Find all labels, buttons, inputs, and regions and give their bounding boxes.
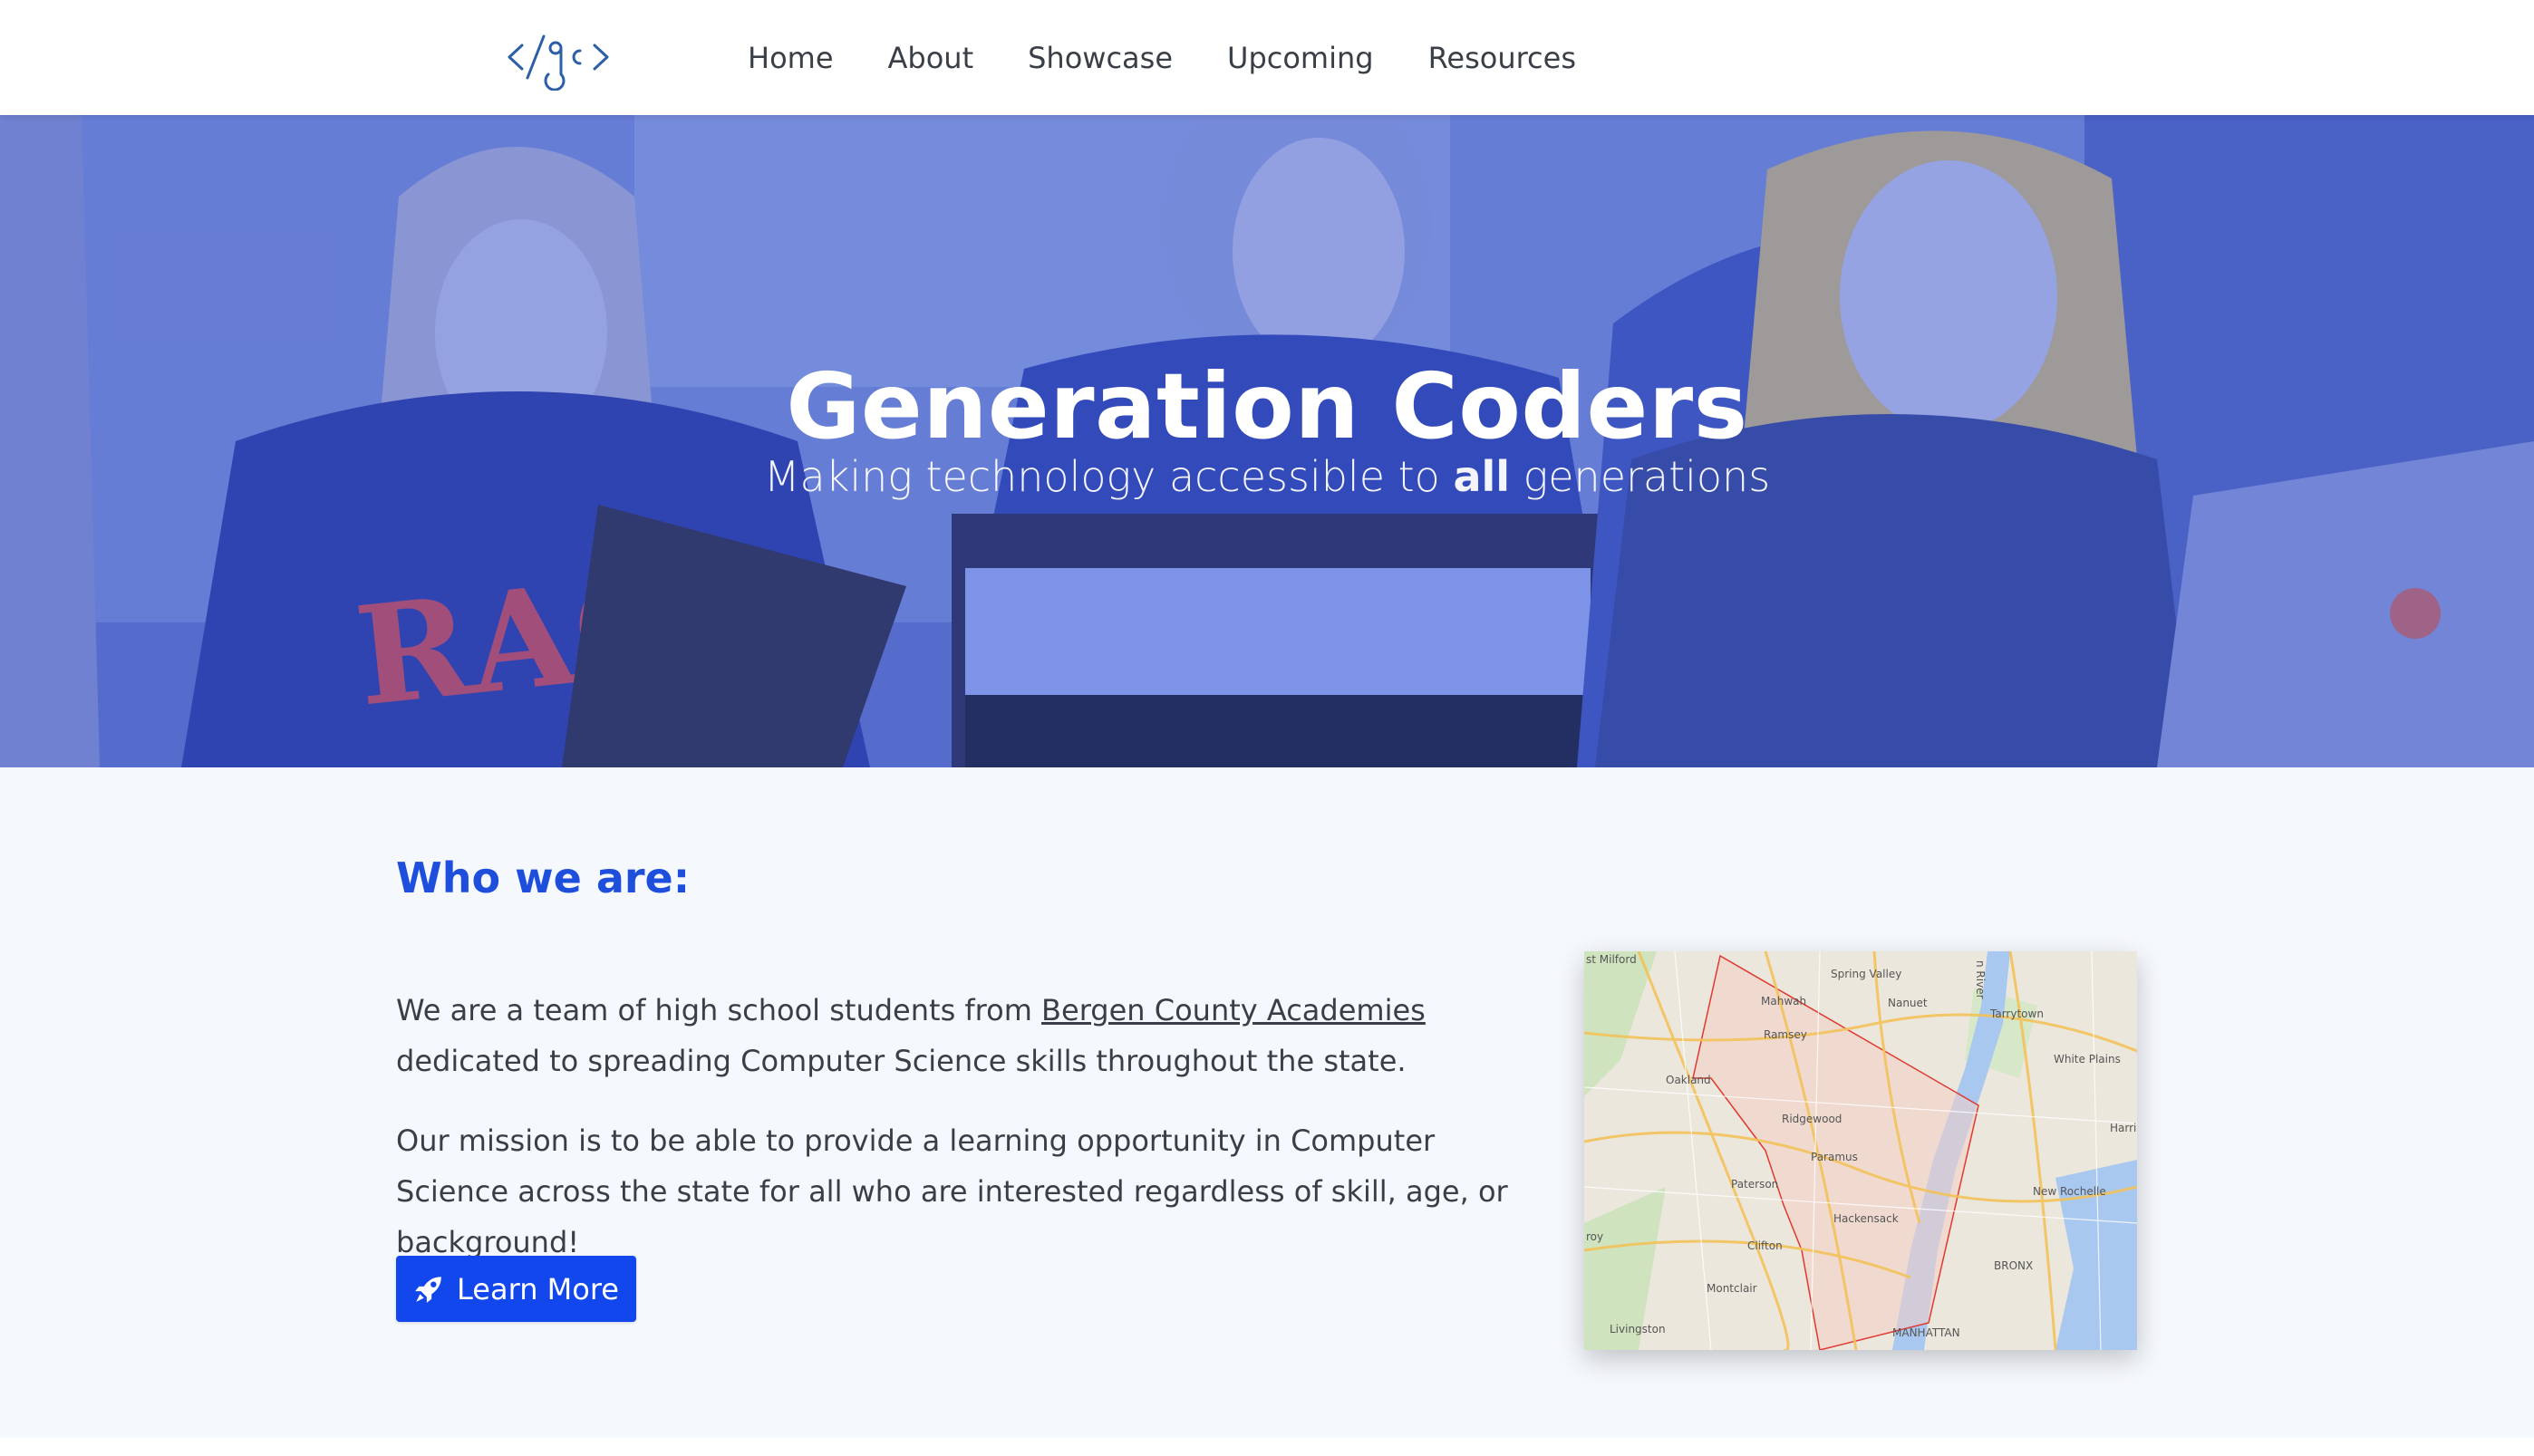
about-text: We are a team of high school students fr… [396,985,1538,1297]
hero-subtitle-start: Making technology accessible to [763,452,1454,501]
learn-more-label: Learn More [457,1271,619,1307]
gc-logo-icon[interactable] [506,24,613,91]
about-paragraph-2: Our mission is to be able to provide a l… [396,1123,1508,1259]
map-label: BRONX [1994,1259,2034,1272]
about-p1-text-start: We are a team of high school students fr… [396,993,1042,1027]
nav-resources-link[interactable]: Resources [1428,41,1576,75]
map-label: n River [1974,960,1987,999]
map-label: Harris [2110,1122,2137,1134]
about-heading: Who we are: [396,853,691,902]
map-label: MANHATTAN [1892,1326,1960,1339]
hero-title: Generation Coders [786,353,1748,459]
map-label: Montclair [1707,1282,1757,1295]
nav-links: Home About Showcase Upcoming Resources [748,0,1630,115]
nav-about-link[interactable]: About [888,41,974,75]
nav-upcoming-link[interactable]: Upcoming [1227,41,1374,75]
about-p1-text-end: dedicated to spreading Computer Science … [396,1044,1407,1078]
hero-subtitle: Making technology accessible to all gene… [0,452,2534,501]
map-label: Tarrytown [1990,1008,2044,1020]
map-label: Spring Valley [1831,968,1902,980]
hero-subtitle-end: generations [1510,452,1771,501]
page-bottom-strip [0,1438,2534,1456]
about-paragraph-1: We are a team of high school students fr… [396,985,1538,1086]
nav-showcase-link[interactable]: Showcase [1028,41,1173,75]
map-label: New Rochelle [2033,1185,2106,1198]
map-label: Mahwah [1761,995,1807,1008]
rocket-icon [415,1276,441,1303]
learn-more-button[interactable]: Learn More [396,1256,636,1322]
map-label: Nanuet [1888,997,1928,1009]
map-label: Livingston [1610,1323,1666,1335]
bergen-county-academies-link[interactable]: Bergen County Academies [1041,993,1426,1027]
map-label: roy [1586,1230,1604,1243]
hero-banner: RACU Generation Coders Making technology… [0,115,2534,767]
bergen-county-map[interactable]: st Milford Mahwah Spring Valley Nanuet T… [1584,951,2137,1350]
map-label: Ramsey [1764,1028,1807,1041]
top-navbar: Home About Showcase Upcoming Resources [0,0,2534,115]
map-label: Paterson [1731,1178,1779,1191]
map-label: Paramus [1811,1151,1858,1163]
about-section: Who we are: We are a team of high school… [0,767,2534,1438]
map-label: Clifton [1747,1239,1783,1252]
map-label: Hackensack [1833,1212,1899,1225]
map-graphic [1584,951,2137,1350]
map-label: White Plains [2054,1053,2121,1065]
map-label: Ridgewood [1782,1113,1842,1125]
map-label: st Milford [1586,953,1637,966]
nav-home-link[interactable]: Home [748,41,834,75]
hero-subtitle-emphasis: all [1453,452,1511,501]
map-label: Oakland [1666,1074,1711,1086]
